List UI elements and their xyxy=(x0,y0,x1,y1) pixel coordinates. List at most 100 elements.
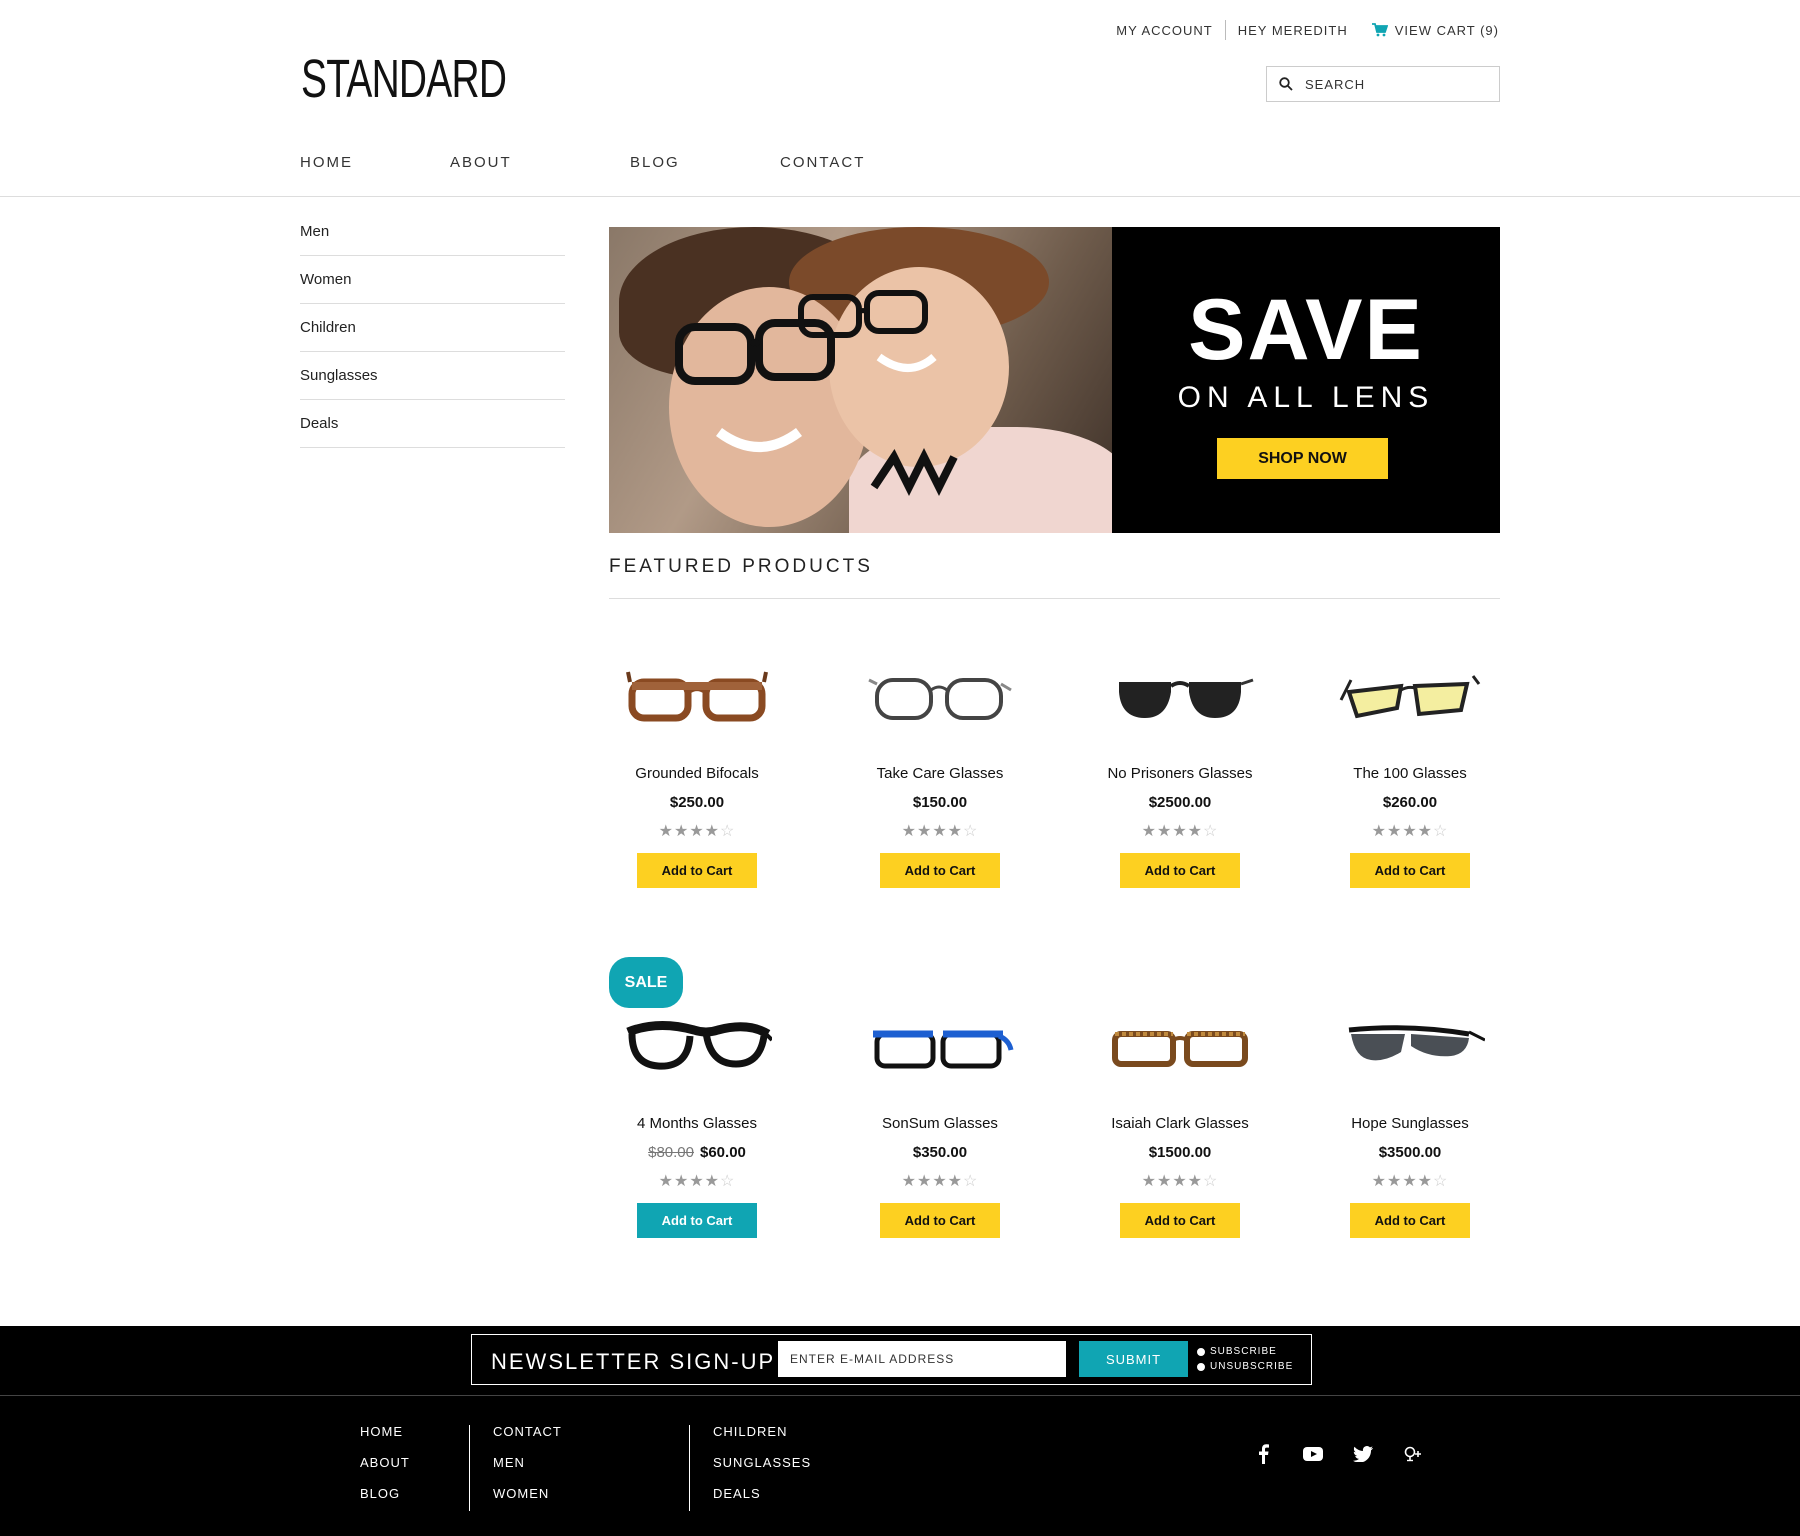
rating-stars: ★★★★☆ xyxy=(901,1173,979,1190)
view-cart-link[interactable]: VIEW CART (9) xyxy=(1371,23,1499,38)
facebook-icon[interactable] xyxy=(1252,1443,1274,1465)
site-logo[interactable]: STANDARD xyxy=(301,48,507,110)
yellow-lens-glasses-icon xyxy=(1339,675,1481,719)
footer-link-contact[interactable]: CONTACT xyxy=(493,1424,562,1455)
product-card: 4 Months Glasses $80.00 $60.00 ★★★★☆ Add … xyxy=(577,1005,817,1238)
product-card: No Prisoners Glasses $2500.00 ★★★★☆ Add … xyxy=(1060,635,1300,888)
product-card: Hope Sunglasses $3500.00 ★★★★☆ Add to Ca… xyxy=(1290,1005,1530,1238)
sale-price: $60.00 xyxy=(700,1144,746,1161)
sport-sunglasses-icon xyxy=(1348,1025,1485,1061)
tortoise-rect-glasses-icon xyxy=(1112,1031,1248,1067)
product-name[interactable]: Isaiah Clark Glasses xyxy=(1060,1115,1300,1132)
rating-stars: ★★★★☆ xyxy=(658,1173,736,1190)
sidebar-item-men[interactable]: Men xyxy=(300,208,565,256)
footer-link-deals[interactable]: DEALS xyxy=(713,1486,811,1517)
product-name[interactable]: SonSum Glasses xyxy=(820,1115,1060,1132)
footer-link-blog[interactable]: BLOG xyxy=(360,1486,410,1517)
header-divider xyxy=(0,196,1800,197)
search-box[interactable] xyxy=(1266,66,1500,102)
product-name[interactable]: 4 Months Glasses xyxy=(577,1115,817,1132)
rating-stars: ★★★★☆ xyxy=(1371,823,1449,840)
product-name[interactable]: Grounded Bifocals xyxy=(577,765,817,782)
twitter-icon[interactable] xyxy=(1352,1443,1374,1465)
footer-column-2: CONTACT MEN WOMEN xyxy=(493,1424,562,1517)
rating-stars: ★★★★☆ xyxy=(1141,1173,1219,1190)
footer-link-sunglasses[interactable]: SUNGLASSES xyxy=(713,1455,811,1486)
youtube-icon[interactable] xyxy=(1302,1443,1324,1465)
product-card: The 100 Glasses $260.00 ★★★★☆ Add to Car… xyxy=(1290,635,1530,888)
product-price: $350.00 xyxy=(912,1144,968,1161)
nav-contact[interactable]: CONTACT xyxy=(780,154,865,171)
product-name[interactable]: Take Care Glasses xyxy=(820,765,1060,782)
radio-checked-icon xyxy=(1197,1347,1205,1356)
featured-divider xyxy=(609,598,1500,599)
category-sidebar: Men Women Children Sunglasses Deals xyxy=(300,208,565,448)
product-price: $1500.00 xyxy=(1148,1144,1212,1161)
featured-title: FEATURED PRODUCTS xyxy=(609,556,873,577)
subscribe-radio[interactable]: SUBSCRIBE xyxy=(1197,1344,1293,1359)
footer-column-3: CHILDREN SUNGLASSES DEALS xyxy=(713,1424,811,1517)
greeting-link[interactable]: HEY MEREDITH xyxy=(1238,23,1348,38)
product-image[interactable] xyxy=(820,635,1060,755)
product-price: $2500.00 xyxy=(1148,794,1212,811)
subscription-options: SUBSCRIBE UNSUBSCRIBE xyxy=(1197,1344,1293,1374)
old-price: $80.00 xyxy=(648,1144,694,1161)
footer-link-women[interactable]: WOMEN xyxy=(493,1486,562,1517)
product-image[interactable] xyxy=(577,635,817,755)
search-icon xyxy=(1279,77,1293,91)
product-price: $260.00 xyxy=(1382,794,1438,811)
promo-banner[interactable]: SAVE ON ALL LENS SHOP NOW xyxy=(609,227,1500,533)
add-to-cart-button[interactable]: Add to Cart xyxy=(1120,853,1240,888)
footer-link-children[interactable]: CHILDREN xyxy=(713,1424,811,1455)
nav-blog[interactable]: BLOG xyxy=(630,154,680,171)
product-name[interactable]: Hope Sunglasses xyxy=(1290,1115,1530,1132)
search-input[interactable] xyxy=(1305,76,1485,92)
footer-link-men[interactable]: MEN xyxy=(493,1455,562,1486)
product-image[interactable] xyxy=(577,985,817,1105)
add-to-cart-button[interactable]: Add to Cart xyxy=(1350,853,1470,888)
add-to-cart-button[interactable]: Add to Cart xyxy=(880,1203,1000,1238)
footer-link-home[interactable]: HOME xyxy=(360,1424,410,1455)
promo-headline: SAVE xyxy=(1188,282,1424,378)
submit-button[interactable]: SUBMIT xyxy=(1079,1341,1188,1377)
divider xyxy=(1224,20,1226,40)
product-price: $250.00 xyxy=(669,794,725,811)
sunglasses-icon xyxy=(1119,678,1254,718)
black-glasses-icon xyxy=(626,1020,772,1070)
sidebar-item-children[interactable]: Children xyxy=(300,304,565,352)
footer-link-about[interactable]: ABOUT xyxy=(360,1455,410,1486)
sidebar-item-women[interactable]: Women xyxy=(300,256,565,304)
product-image[interactable] xyxy=(1290,635,1530,755)
tortoise-glasses-icon xyxy=(626,671,768,722)
footer-divider xyxy=(0,1395,1800,1396)
product-name[interactable]: No Prisoners Glasses xyxy=(1060,765,1300,782)
blue-glasses-icon xyxy=(873,1030,1014,1069)
add-to-cart-button[interactable]: Add to Cart xyxy=(637,1203,757,1238)
product-card: Isaiah Clark Glasses $1500.00 ★★★★☆ Add … xyxy=(1060,1005,1300,1238)
nav-home[interactable]: HOME xyxy=(300,154,353,171)
product-image[interactable] xyxy=(1290,985,1530,1105)
email-field[interactable] xyxy=(778,1341,1066,1377)
cart-icon xyxy=(1371,23,1388,37)
sidebar-item-deals[interactable]: Deals xyxy=(300,400,565,448)
product-image[interactable] xyxy=(1060,635,1300,755)
sidebar-item-sunglasses[interactable]: Sunglasses xyxy=(300,352,565,400)
product-image[interactable] xyxy=(820,985,1060,1105)
add-to-cart-button[interactable]: Add to Cart xyxy=(637,853,757,888)
product-price: $150.00 xyxy=(912,794,968,811)
shop-now-button[interactable]: SHOP NOW xyxy=(1217,438,1388,479)
grey-glasses-icon xyxy=(868,678,1012,720)
add-to-cart-button[interactable]: Add to Cart xyxy=(1350,1203,1470,1238)
nav-about[interactable]: ABOUT xyxy=(450,154,512,171)
rating-stars: ★★★★☆ xyxy=(901,823,979,840)
product-name[interactable]: The 100 Glasses xyxy=(1290,765,1530,782)
footer-column-1: HOME ABOUT BLOG xyxy=(360,1424,410,1517)
unsubscribe-radio[interactable]: UNSUBSCRIBE xyxy=(1197,1359,1293,1374)
rating-stars: ★★★★☆ xyxy=(1371,1173,1449,1190)
product-image[interactable] xyxy=(1060,985,1300,1105)
my-account-link[interactable]: MY ACCOUNT xyxy=(1116,23,1212,38)
google-plus-icon[interactable] xyxy=(1402,1443,1424,1465)
add-to-cart-button[interactable]: Add to Cart xyxy=(880,853,1000,888)
banner-photo xyxy=(609,227,1112,533)
add-to-cart-button[interactable]: Add to Cart xyxy=(1120,1203,1240,1238)
